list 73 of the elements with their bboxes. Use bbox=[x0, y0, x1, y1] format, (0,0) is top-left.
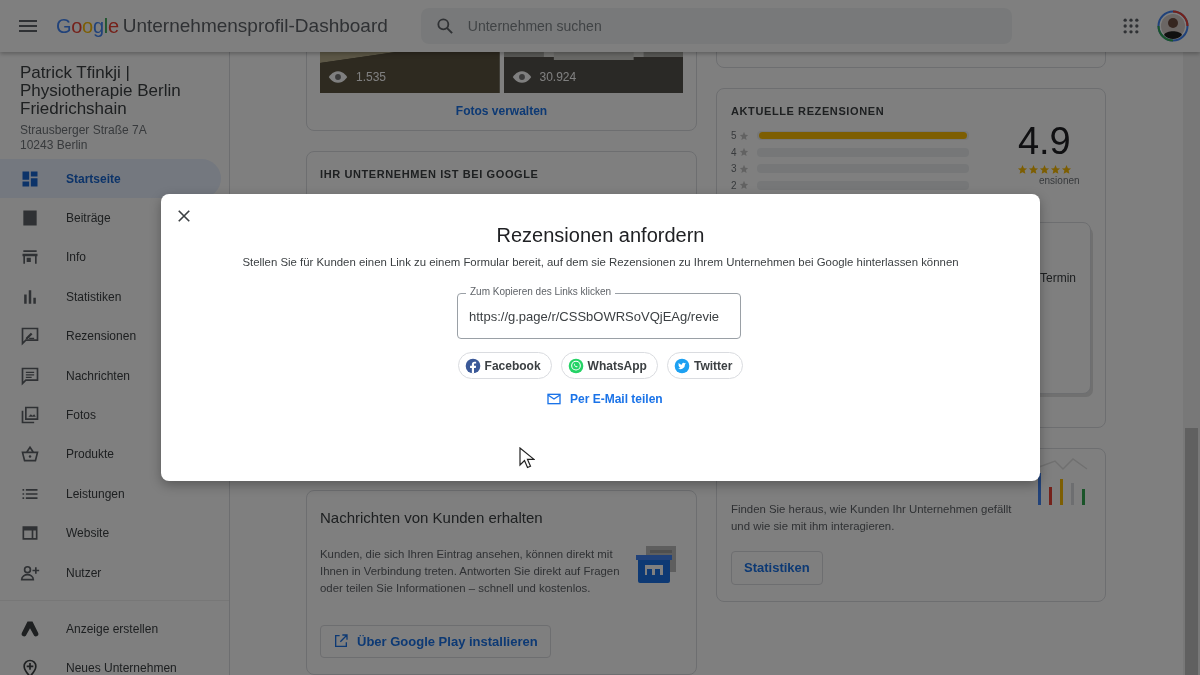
card-title: AKTUELLE REZENSIONEN bbox=[731, 104, 886, 119]
store-illustration-drawing bbox=[636, 545, 678, 586]
manage-photos-link[interactable]: Fotos verwalten bbox=[455, 101, 548, 121]
star-icon bbox=[739, 163, 749, 174]
install-button[interactable]: Über Google Play installieren bbox=[320, 624, 551, 658]
sidebar-item[interactable]: Website bbox=[0, 513, 221, 553]
whatsapp-icon bbox=[567, 357, 584, 374]
photos-icon bbox=[20, 405, 40, 426]
rating-label: 2 bbox=[731, 178, 738, 193]
google-logo: Google bbox=[56, 14, 119, 39]
star-icon bbox=[739, 147, 749, 158]
card-text: Kunden, die sich Ihren Eintrag ansehen, können direkt mit Ihnen in Verbindung treten. Antworten Sie direkt auf Fragen oder teilen Sie Informationen – schnell und kostenlos. bbox=[320, 546, 620, 596]
rating-label: 5 bbox=[731, 129, 738, 144]
scrollbar-thumb[interactable] bbox=[1185, 428, 1198, 675]
add-location-icon bbox=[20, 658, 40, 675]
star-icon bbox=[739, 180, 749, 191]
star-icon bbox=[1016, 163, 1028, 175]
star-icon bbox=[1060, 163, 1072, 175]
document-icon bbox=[20, 208, 40, 229]
dialog-description: Stellen Sie für Kunden einen Link zu einem Formular bereit, auf dem sie Rezensionen zu Ihrem Unternehmen bei Google hinterlassen können bbox=[242, 255, 959, 270]
apps-icon bbox=[1121, 16, 1141, 36]
dialog-title: Rezensionen anfordern bbox=[496, 223, 705, 248]
sidebar-item[interactable]: Statistiken bbox=[0, 277, 221, 317]
review-icon bbox=[20, 326, 40, 347]
card-text: Termin bbox=[1040, 269, 1076, 287]
share-button[interactable]: Twitter bbox=[666, 352, 744, 379]
cursor-icon bbox=[519, 447, 535, 469]
message-icon bbox=[20, 365, 40, 386]
facebook-icon bbox=[464, 357, 481, 374]
sidebar-item[interactable]: Produkte bbox=[0, 434, 221, 475]
sidebar-item[interactable]: Startseite bbox=[0, 159, 221, 199]
share-button[interactable]: Facebook bbox=[457, 352, 552, 379]
share-button[interactable]: WhatsApp bbox=[560, 352, 658, 379]
star-icon bbox=[1049, 163, 1061, 175]
sidebar-item[interactable]: Nachrichten bbox=[0, 355, 221, 396]
sidebar-item[interactable]: Fotos bbox=[0, 395, 221, 435]
address-line: Strausberger Straße 7A bbox=[20, 123, 148, 138]
ads-icon bbox=[20, 619, 40, 639]
card-title: IHR UNTERNEHMEN IST BEI GOOGLE bbox=[320, 167, 540, 182]
star-icon bbox=[1038, 163, 1050, 175]
twitter-icon bbox=[673, 357, 690, 374]
field-label: Zum Kopieren des Links klicken bbox=[466, 285, 616, 299]
sidebar-item[interactable]: Nutzer bbox=[0, 552, 221, 593]
sidebar-item[interactable]: Anzeige erstellen bbox=[0, 609, 221, 649]
card-title: Nachrichten von Kunden erhalten bbox=[320, 508, 544, 528]
sidebar-item[interactable]: Info bbox=[0, 237, 221, 278]
star-icon bbox=[739, 130, 749, 141]
close-button[interactable] bbox=[175, 207, 193, 225]
external-link-icon bbox=[333, 633, 349, 650]
email-share-link[interactable]: Per E-Mail teilen bbox=[546, 390, 663, 408]
sidebar-item[interactable]: Beiträge bbox=[0, 198, 221, 238]
rating-label: 4 bbox=[731, 145, 738, 160]
rating-value: 4.9 bbox=[1017, 118, 1071, 164]
business-name: Patrick Tfinkji | Physiotherapie Berlin Friedrichshain bbox=[20, 64, 182, 118]
basket-icon bbox=[20, 444, 40, 465]
card-text: Finden Sie heraus, wie Kunden Ihr Unternehmen gefällt und wie sie mit ihm interagieren. bbox=[731, 502, 1013, 534]
mail-icon bbox=[546, 391, 562, 407]
apps-button[interactable] bbox=[1121, 16, 1141, 36]
review-count: ensionen bbox=[1039, 174, 1080, 187]
sidebar-item[interactable]: Leistungen bbox=[0, 474, 221, 514]
statistics-button[interactable]: Statistiken bbox=[731, 551, 823, 585]
search-field[interactable]: Unternehmen suchen bbox=[420, 8, 1012, 44]
close-icon bbox=[175, 207, 193, 225]
sidebar-item[interactable]: Neues Unternehmen bbox=[0, 648, 221, 675]
search-icon bbox=[434, 16, 455, 36]
view-count: 1.535 bbox=[356, 69, 387, 86]
app-title: Unternehmensprofil-Dashboard bbox=[122, 13, 388, 38]
avatar[interactable] bbox=[1157, 10, 1189, 42]
star-icon bbox=[1027, 163, 1039, 175]
sidebar-item[interactable]: Rezensionen bbox=[0, 316, 221, 356]
rating-label: 3 bbox=[731, 162, 738, 177]
view-count: 30.924 bbox=[539, 69, 577, 86]
address-line: 10243 Berlin bbox=[20, 138, 89, 153]
